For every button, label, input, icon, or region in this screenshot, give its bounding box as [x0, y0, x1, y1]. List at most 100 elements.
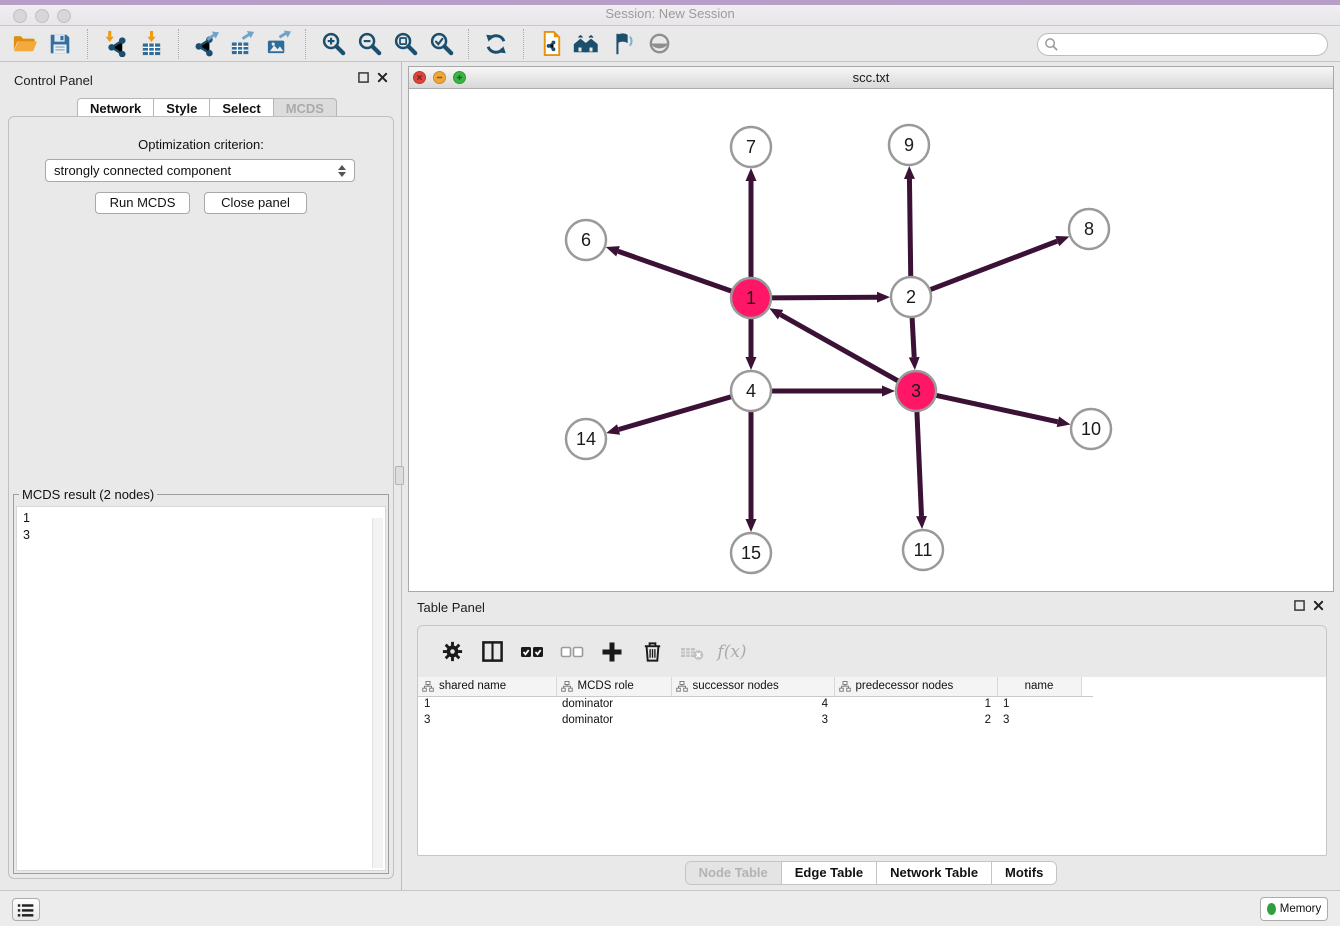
cell-successor-nodes[interactable]: 4 — [671, 696, 834, 712]
graph-node-label-9: 9 — [904, 135, 914, 155]
hide-details-button[interactable] — [641, 28, 677, 60]
column-header-predecessor-nodes[interactable]: predecessor nodes — [834, 677, 997, 696]
graph-edge-4-14[interactable] — [619, 396, 734, 429]
zoom-out-button[interactable] — [351, 28, 387, 60]
graph-node-label-3: 3 — [911, 381, 921, 401]
export-image-button[interactable] — [260, 28, 296, 60]
cell-predecessor-nodes[interactable]: 2 — [834, 712, 997, 728]
graph-node-label-11: 11 — [914, 540, 933, 560]
vertical-splitter-handle[interactable] — [395, 466, 404, 485]
document-network-icon — [538, 30, 565, 57]
graph-node-label-6: 6 — [581, 230, 591, 250]
network-overview-button[interactable] — [533, 28, 569, 60]
zoom-in-button[interactable] — [315, 28, 351, 60]
column-header-filler — [1081, 677, 1093, 696]
result-scrollbar[interactable] — [372, 518, 383, 868]
select-all-button[interactable] — [514, 634, 550, 670]
table-panel-title: Table Panel — [417, 600, 485, 615]
window-title: Session: New Session — [0, 6, 1340, 21]
cell-successor-nodes[interactable]: 3 — [671, 712, 834, 728]
tab-node-table[interactable]: Node Table — [686, 862, 781, 884]
export-table-button[interactable] — [224, 28, 260, 60]
delete-column-button[interactable] — [634, 634, 670, 670]
task-history-button[interactable] — [12, 898, 40, 921]
close-panel-icon[interactable] — [1313, 600, 1324, 611]
graph-edge-3-10[interactable] — [934, 395, 1058, 422]
graph-edge-1-2[interactable] — [769, 297, 877, 298]
memory-button[interactable]: Memory — [1260, 897, 1328, 921]
run-mcds-button[interactable]: Run MCDS — [95, 192, 190, 214]
tab-motifs[interactable]: Motifs — [991, 862, 1056, 884]
tab-mcds[interactable]: MCDS — [274, 98, 337, 118]
graph-svg[interactable]: 7968124314101511 — [409, 89, 1333, 591]
apply-layout-button[interactable] — [478, 28, 514, 60]
float-panel-icon[interactable] — [358, 72, 369, 83]
graph-edge-3-11[interactable] — [917, 409, 922, 516]
toolbar-separator — [523, 29, 524, 59]
network-canvas[interactable]: 7968124314101511 — [409, 89, 1333, 591]
cell-name[interactable]: 3 — [997, 712, 1081, 728]
export-network-button[interactable] — [188, 28, 224, 60]
toolbar-separator — [468, 29, 469, 59]
graph-node-label-10: 10 — [1081, 419, 1101, 439]
table-settings-button[interactable] — [434, 634, 470, 670]
graph-edge-2-9[interactable] — [909, 179, 910, 279]
node-table: shared name MCDS role successor nodes pr… — [418, 677, 1093, 728]
tab-select[interactable]: Select — [210, 98, 273, 118]
open-file-button[interactable] — [6, 28, 42, 60]
zoom-selected-button[interactable] — [423, 28, 459, 60]
cell-mcds-role[interactable]: dominator — [556, 696, 671, 712]
import-table-button[interactable] — [133, 28, 169, 60]
network-window-titlebar[interactable]: scc.txt — [409, 67, 1333, 89]
cell-predecessor-nodes[interactable]: 1 — [834, 696, 997, 712]
search-input[interactable] — [1059, 35, 1327, 54]
cell-name[interactable]: 1 — [997, 696, 1081, 712]
mcds-result-text[interactable]: 1 3 — [16, 506, 386, 871]
desktop-strip — [0, 0, 1340, 5]
home-button[interactable] — [569, 28, 605, 60]
open-folder-icon — [11, 30, 38, 57]
tab-style[interactable]: Style — [154, 98, 210, 118]
graph-edge-1-6[interactable] — [618, 251, 734, 292]
deselect-all-button[interactable] — [554, 634, 590, 670]
tab-edge-table[interactable]: Edge Table — [781, 862, 876, 884]
column-header-name[interactable]: name — [997, 677, 1081, 696]
zoom-fit-button[interactable] — [387, 28, 423, 60]
column-header-shared-name[interactable]: shared name — [418, 677, 556, 696]
cell-filler — [1081, 712, 1093, 728]
table-row[interactable]: 3 dominator 3 2 3 — [418, 712, 1093, 728]
criterion-selected-value: strongly connected component — [54, 163, 231, 178]
column-header-mcds-role[interactable]: MCDS role — [556, 677, 671, 696]
search-field — [1037, 33, 1328, 56]
result-line: 1 — [23, 510, 379, 527]
cell-shared-name[interactable]: 3 — [418, 712, 556, 728]
toolbar-separator — [305, 29, 306, 59]
homes-icon — [573, 30, 601, 58]
column-label: predecessor nodes — [856, 680, 954, 692]
graph-node-label-1: 1 — [746, 288, 756, 308]
tab-network-table[interactable]: Network Table — [876, 862, 991, 884]
float-panel-icon[interactable] — [1294, 600, 1305, 611]
save-session-button[interactable] — [42, 28, 78, 60]
export-image-icon — [265, 30, 292, 57]
unchecked-boxes-icon — [559, 639, 585, 665]
function-builder-button-disabled: f(x) — [714, 634, 750, 670]
tab-network[interactable]: Network — [77, 98, 154, 118]
import-network-button[interactable] — [97, 28, 133, 60]
column-header-successor-nodes[interactable]: successor nodes — [671, 677, 834, 696]
graph-edge-3-1[interactable] — [781, 315, 901, 382]
table-panel-tabs: Node Table Edge Table Network Table Moti… — [408, 861, 1334, 885]
table-row[interactable]: 1 dominator 4 1 1 — [418, 696, 1093, 712]
table-card: f(x) shared name MCDS role successor nod… — [417, 625, 1327, 856]
close-panel-icon[interactable] — [377, 72, 388, 83]
close-panel-button[interactable]: Close panel — [204, 192, 307, 214]
cell-mcds-role[interactable]: dominator — [556, 712, 671, 728]
add-column-button[interactable] — [594, 634, 630, 670]
graph-edge-2-3[interactable] — [912, 315, 914, 357]
style-preview-button[interactable] — [605, 28, 641, 60]
zoom-out-icon — [356, 30, 383, 57]
column-layout-button[interactable] — [474, 634, 510, 670]
graph-edge-2-8[interactable] — [928, 241, 1057, 290]
cell-shared-name[interactable]: 1 — [418, 696, 556, 712]
optimization-criterion-select[interactable]: strongly connected component — [45, 159, 355, 182]
